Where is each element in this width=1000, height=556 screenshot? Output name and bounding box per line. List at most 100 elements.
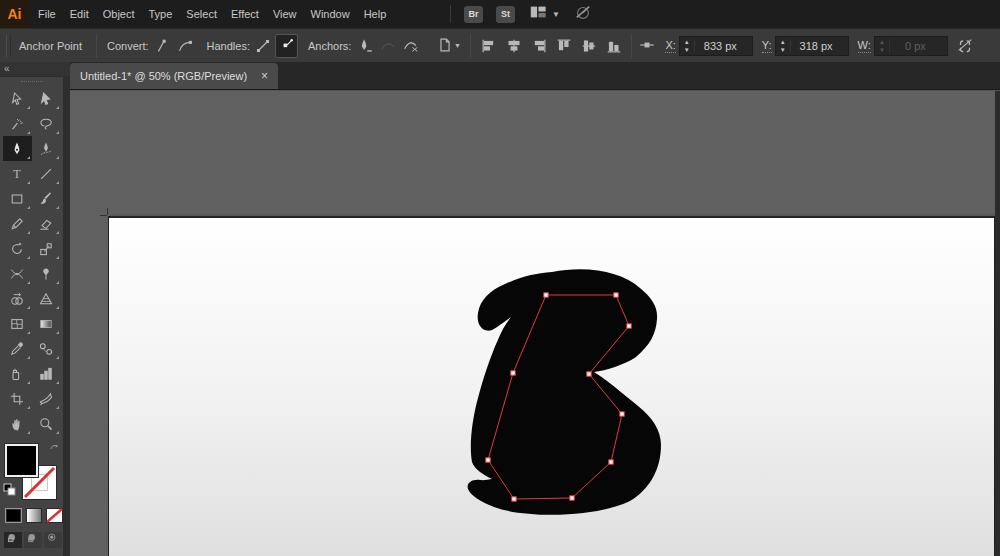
convert-label: Convert:	[107, 40, 149, 52]
zoom-tool[interactable]	[32, 411, 61, 436]
menu-bar: Ai FileEditObjectTypeSelectEffectViewWin…	[0, 0, 1000, 28]
hand-tool[interactable]	[3, 411, 32, 436]
separator	[470, 34, 471, 58]
tools-panel-grip[interactable]	[21, 81, 43, 83]
collapse-panel-button[interactable]: «	[0, 62, 70, 76]
artboard-tool[interactable]	[3, 386, 32, 411]
curvature-tool[interactable]	[32, 136, 61, 161]
draw-inside-button[interactable]	[44, 532, 62, 548]
shape-builder-tool[interactable]	[3, 286, 32, 311]
workspace-switcher[interactable]: ▼	[528, 3, 560, 25]
slice-tool[interactable]	[32, 386, 61, 411]
remove-anchor-button[interactable]	[353, 34, 376, 58]
free-transform-tool[interactable]	[32, 261, 61, 286]
shaper-tool[interactable]	[3, 211, 32, 236]
separator	[631, 34, 632, 58]
tools-panel: T	[0, 77, 63, 556]
menu-file[interactable]: File	[31, 0, 63, 28]
control-bar: Anchor Point Convert: Handles: Anchors: …	[0, 28, 1000, 62]
align-right-button[interactable]	[527, 34, 550, 58]
anchors-label: Anchors:	[308, 40, 351, 52]
anchor-point-position-icon	[638, 36, 656, 56]
perspective-grid-tool[interactable]	[32, 286, 61, 311]
paintbrush-tool[interactable]	[32, 186, 61, 211]
menu-edit[interactable]: Edit	[63, 0, 96, 28]
width-tool[interactable]	[3, 261, 32, 286]
artwork-layer	[70, 91, 1000, 556]
handles-hide-button[interactable]	[252, 34, 275, 58]
field-label-w[interactable]: W:	[858, 39, 871, 53]
svg-text:T: T	[13, 167, 21, 181]
align-bottom-button[interactable]	[602, 34, 625, 58]
document-setup-button[interactable]: ▼	[432, 34, 464, 58]
gradient-button[interactable]	[26, 508, 43, 523]
align-hcenter-button[interactable]	[502, 34, 525, 58]
fill-stroke-swatches	[3, 442, 63, 500]
direct-selection-tool[interactable]	[32, 86, 61, 111]
line-segment-tool[interactable]	[32, 161, 61, 186]
column-graph-tool[interactable]	[32, 361, 61, 386]
document-tab[interactable]: Untitled-1* @ 50% (RGB/Preview) ×	[70, 63, 278, 89]
menu-help[interactable]: Help	[357, 0, 394, 28]
fill-swatch[interactable]	[5, 444, 38, 477]
app-logo[interactable]: Ai	[0, 0, 29, 28]
gpu-performance-icon[interactable]	[573, 3, 593, 25]
unlink-dimensions-icon[interactable]	[956, 36, 974, 56]
connect-anchors-button[interactable]	[399, 34, 422, 58]
menu-effect[interactable]: Effect	[224, 0, 266, 28]
align-vcenter-button[interactable]	[577, 34, 600, 58]
draw-behind-button[interactable]	[24, 532, 42, 548]
menu-view[interactable]: View	[266, 0, 304, 28]
menu-object[interactable]: Object	[96, 0, 142, 28]
tools-column: « T	[0, 62, 70, 556]
field-label-x[interactable]: X:	[665, 39, 675, 53]
pen-tool[interactable]	[3, 136, 32, 161]
stock-button[interactable]: St	[496, 6, 515, 23]
separator	[450, 5, 451, 23]
workspace-switcher-icon	[528, 3, 548, 25]
right-edge-strip	[995, 91, 1000, 556]
rectangle-tool[interactable]	[3, 186, 32, 211]
rotate-tool[interactable]	[3, 236, 32, 261]
document-tab-bar: Untitled-1* @ 50% (RGB/Preview) ×	[70, 62, 1000, 90]
selection-tool[interactable]	[3, 86, 32, 111]
control-title: Anchor Point	[19, 40, 82, 52]
menu-select[interactable]: Select	[179, 0, 224, 28]
field-label-y[interactable]: Y:	[762, 39, 772, 53]
draw-normal-button[interactable]	[4, 532, 22, 548]
none-button[interactable]	[46, 508, 63, 523]
align-left-button[interactable]	[477, 34, 500, 58]
field-y[interactable]: ▲▼318 px	[775, 36, 849, 56]
panel-grip[interactable]	[6, 35, 11, 57]
field-x[interactable]: ▲▼833 px	[679, 36, 753, 56]
swap-fill-stroke-icon[interactable]	[48, 442, 62, 460]
handles-show-button[interactable]	[275, 34, 298, 58]
blend-tool[interactable]	[32, 336, 61, 361]
eyedropper-tool[interactable]	[3, 336, 32, 361]
color-button[interactable]	[5, 508, 22, 523]
menu-window[interactable]: Window	[304, 0, 357, 28]
bridge-button[interactable]: Br	[464, 6, 483, 23]
canvas[interactable]	[70, 90, 1000, 556]
eraser-tool[interactable]	[32, 211, 61, 236]
add-anchor-button[interactable]	[376, 34, 399, 58]
illustrator-window: Ai FileEditObjectTypeSelectEffectViewWin…	[0, 0, 1000, 556]
type-tool[interactable]: T	[3, 161, 32, 186]
convert-smooth-button[interactable]	[174, 34, 197, 58]
convert-corner-button[interactable]	[151, 34, 174, 58]
gradient-tool[interactable]	[32, 311, 61, 336]
mesh-tool[interactable]	[3, 311, 32, 336]
magic-wand-tool[interactable]	[3, 111, 32, 136]
separator	[96, 34, 97, 58]
field-w[interactable]: ▲▼0 px	[874, 36, 948, 56]
tab-close-button[interactable]: ×	[261, 69, 268, 83]
scale-tool[interactable]	[32, 236, 61, 261]
align-top-button[interactable]	[552, 34, 575, 58]
default-fill-stroke-icon[interactable]	[3, 482, 17, 500]
chevron-down-icon: ▼	[552, 10, 560, 19]
document-tab-title: Untitled-1* @ 50% (RGB/Preview)	[80, 70, 247, 82]
menu-type[interactable]: Type	[142, 0, 180, 28]
symbol-sprayer-tool[interactable]	[3, 361, 32, 386]
lasso-tool[interactable]	[32, 111, 61, 136]
handles-label: Handles:	[207, 40, 250, 52]
